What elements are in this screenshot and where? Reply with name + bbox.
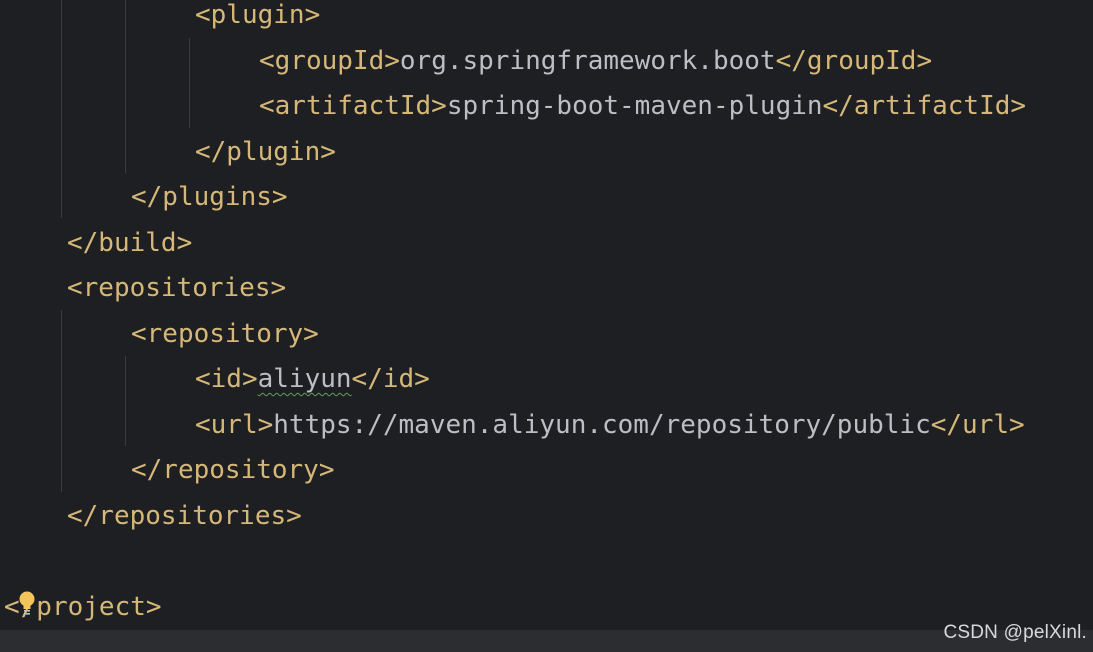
xml-text: spring-boot-maven-plugin [446,91,823,121]
xml-tag: </groupId> [775,46,933,76]
xml-tag: <artifactId> [259,91,447,121]
lightbulb-icon[interactable] [18,591,36,617]
xml-tag: </build> [67,228,193,258]
xml-tag: </artifactId> [822,91,1027,121]
indent-guide [61,310,62,492]
xml-tag: <groupId> [259,46,400,76]
xml-tag: </repositories> [67,501,302,531]
code-line[interactable]: <id>aliyun</id> [195,356,430,402]
indent-guide [61,0,62,218]
code-line[interactable]: </build> [67,220,192,266]
xml-text-typo: aliyun [257,364,352,394]
xml-tag: /project> [20,592,162,622]
code-line[interactable]: </plugins> [131,174,288,220]
xml-tag: </id> [351,364,430,394]
xml-text: org.springframework.boot [399,46,776,76]
xml-tag: </plugin> [195,137,336,167]
bottom-strip [0,630,1093,652]
code-line[interactable]: <groupId>org.springframework.boot</group… [259,38,932,84]
indent-guide [189,38,190,128]
xml-tag: <id> [195,364,258,394]
code-line[interactable]: </repositories> [67,493,302,539]
watermark: CSDN @pelXinl. [943,622,1087,643]
code-line[interactable]: <url>https://maven.aliyun.com/repository… [195,402,1025,448]
xml-tag: <plugin> [195,0,321,30]
xml-tag: </url> [930,410,1025,440]
indent-guide [125,0,126,173]
xml-tag: <repository> [131,319,319,349]
code-line[interactable]: <artifactId>spring-boot-maven-plugin</ar… [259,83,1026,129]
indent-guide [125,356,126,446]
xml-text: https://maven.aliyun.com/repository/publ… [273,410,931,440]
code-editor[interactable]: <plugin> <groupId>org.springframework.bo… [0,0,1093,630]
xml-tag: <url> [195,410,274,440]
code-line[interactable]: <repositories> [67,265,286,311]
code-line[interactable]: <plugin> [195,0,320,38]
code-line[interactable]: </plugin> [195,129,336,175]
xml-tag: </plugins> [131,182,288,212]
xml-tag: </repository> [131,455,335,485]
xml-tag: <repositories> [67,273,287,303]
code-line[interactable]: <repository> [131,311,319,357]
code-line[interactable]: </repository> [131,447,335,493]
